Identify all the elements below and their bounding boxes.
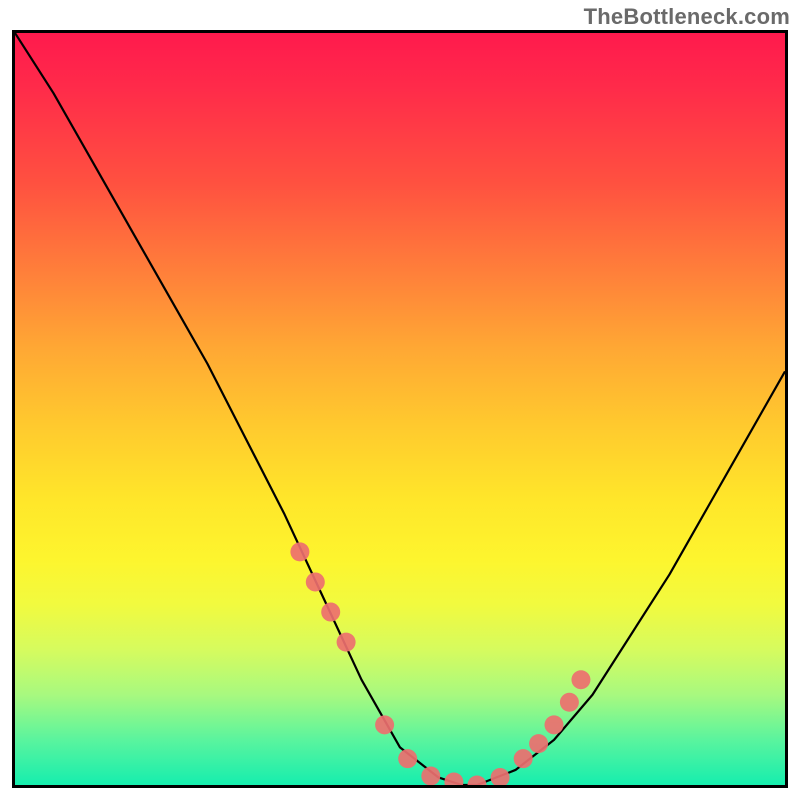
plot-frame [12, 30, 788, 788]
watermark-text: TheBottleneck.com [584, 4, 790, 30]
plot-background-gradient [15, 33, 785, 785]
chart-container: TheBottleneck.com [0, 0, 800, 800]
